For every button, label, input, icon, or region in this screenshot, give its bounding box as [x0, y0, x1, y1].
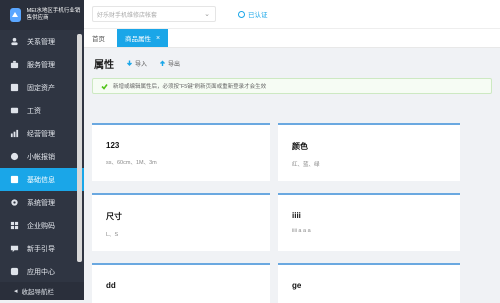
briefcase-icon [10, 60, 19, 69]
certified-badge[interactable]: 已认证 [238, 9, 268, 19]
logo-icon [10, 8, 21, 22]
tab-label: 首页 [92, 36, 105, 43]
topbar: 好乐财手机维修店帐套 ⌄ 已认证 [84, 0, 500, 28]
tab-product-attributes[interactable]: 商品属性 × [117, 29, 169, 47]
grid-icon [10, 221, 19, 230]
guide-icon [10, 244, 19, 253]
sidebar-item-label: 企业购码 [27, 222, 55, 230]
sidebar-item-guide[interactable]: 新手引导 [0, 237, 84, 260]
sidebar-item-label: 新手引导 [27, 245, 55, 253]
page-header: 属性 导入 导出 [92, 48, 492, 78]
attribute-card[interactable]: 颜色 红、蓝、绿 [278, 123, 460, 181]
certified-label: 已认证 [248, 12, 268, 19]
close-icon[interactable]: × [156, 35, 160, 42]
account-set-select[interactable]: 好乐财手机维修店帐套 ⌄ [92, 6, 216, 22]
sidebar-item-salary[interactable]: 工资 [0, 99, 84, 122]
attribute-name: 尺寸 [106, 212, 122, 221]
sidebar-item-operations[interactable]: 经营管理 [0, 122, 84, 145]
import-button[interactable]: 导入 [126, 59, 147, 68]
sidebar-item-apps[interactable]: 应用中心 [0, 260, 84, 283]
attribute-name: dd [106, 281, 116, 290]
account-set-value: 好乐财手机维修店帐套 [97, 12, 158, 19]
attribute-card[interactable]: ge [278, 263, 460, 303]
sidebar-scrollbar[interactable] [77, 34, 82, 262]
attribute-card[interactable]: 123 ss、60cm、1M、3m [92, 123, 270, 181]
main-content: 属性 导入 导出 新增或编辑属性后，必须按“F5键”刷新页面或重新登录才会生效 … [84, 48, 500, 303]
sidebar-item-system[interactable]: 系统管理 [0, 191, 84, 214]
collapse-label: 收起导航栏 [21, 289, 55, 296]
sidebar-item-basic-info[interactable]: 基础信息 [0, 168, 84, 191]
tab-home[interactable]: 首页 [84, 29, 113, 47]
export-label: 导出 [168, 61, 181, 68]
sidebar-item-expenses[interactable]: 小帐报销 [0, 145, 84, 168]
check-icon [101, 83, 108, 90]
attribute-name: 123 [106, 141, 120, 150]
sidebar-item-services[interactable]: 服务管理 [0, 53, 84, 76]
attribute-values: iiii a a a [292, 228, 311, 234]
database-icon [10, 175, 19, 184]
sidebar-item-label: 应用中心 [27, 268, 55, 276]
sidebar-menu: 关系管理 服务管理 固定资产 工资 经营管理 小帐报销 基础信息 系统管理 企业… [0, 30, 84, 283]
shield-icon [238, 10, 245, 18]
attribute-name: ge [292, 281, 302, 290]
chart-icon [10, 129, 19, 138]
sidebar-item-label: 经营管理 [27, 130, 55, 138]
attribute-values: ss、60cm、1M、3m [106, 160, 157, 166]
attribute-card[interactable]: 尺寸 L、S [92, 193, 270, 251]
export-button[interactable]: 导出 [159, 59, 180, 68]
sidebar-item-label: 小帐报销 [27, 153, 55, 161]
export-icon [159, 60, 166, 67]
attribute-card[interactable]: dd [92, 263, 270, 303]
tab-label: 商品属性 [125, 36, 151, 43]
coin-icon [10, 152, 19, 161]
gear-icon [10, 198, 19, 207]
users-icon [10, 37, 19, 46]
attribute-name: 颜色 [292, 142, 308, 151]
notice-text: 新增或编辑属性后，必须按“F5键”刷新页面或重新登录才会生效 [113, 84, 267, 90]
chevron-left-icon: ◂ [14, 288, 18, 295]
wallet-icon [10, 106, 19, 115]
page-tabs: 首页 商品属性 × [84, 28, 500, 48]
sidebar-item-assets[interactable]: 固定资产 [0, 76, 84, 99]
apps-icon [10, 267, 19, 276]
sidebar-item-label: 固定资产 [27, 84, 55, 92]
import-label: 导入 [135, 61, 148, 68]
attribute-name: iiii [292, 211, 301, 220]
import-icon [126, 60, 133, 67]
brand[interactable]: MEI水地区手机行业销售供应商 [0, 0, 84, 30]
attribute-grid: 123 ss、60cm、1M、3m 颜色 红、蓝、绿 尺寸 L、S iiii i… [92, 123, 492, 303]
sidebar-item-label: 工资 [27, 107, 41, 115]
sidebar-item-label: 系统管理 [27, 199, 55, 207]
chevron-down-icon: ⌄ [204, 11, 210, 18]
attribute-values: L、S [106, 232, 119, 238]
sidebar-item-relations[interactable]: 关系管理 [0, 30, 84, 53]
attribute-card[interactable]: iiii iiii a a a [278, 193, 460, 251]
refresh-notice: 新增或编辑属性后，必须按“F5键”刷新页面或重新登录才会生效 [92, 78, 492, 94]
page-title: 属性 [94, 59, 114, 71]
sidebar-item-label: 基础信息 [27, 176, 55, 184]
brand-name: MEI水地区手机行业销售供应商 [26, 8, 81, 21]
sidebar-item-label: 服务管理 [27, 61, 55, 69]
sidebar: MEI水地区手机行业销售供应商 关系管理 服务管理 固定资产 工资 经营管理 小… [0, 0, 84, 300]
sidebar-item-label: 关系管理 [27, 38, 55, 46]
attribute-values: 红、蓝、绿 [292, 162, 320, 168]
collapse-sidebar-button[interactable]: ◂ 收起导航栏 [0, 282, 84, 300]
sidebar-item-procurement[interactable]: 企业购码 [0, 214, 84, 237]
box-icon [10, 83, 19, 92]
